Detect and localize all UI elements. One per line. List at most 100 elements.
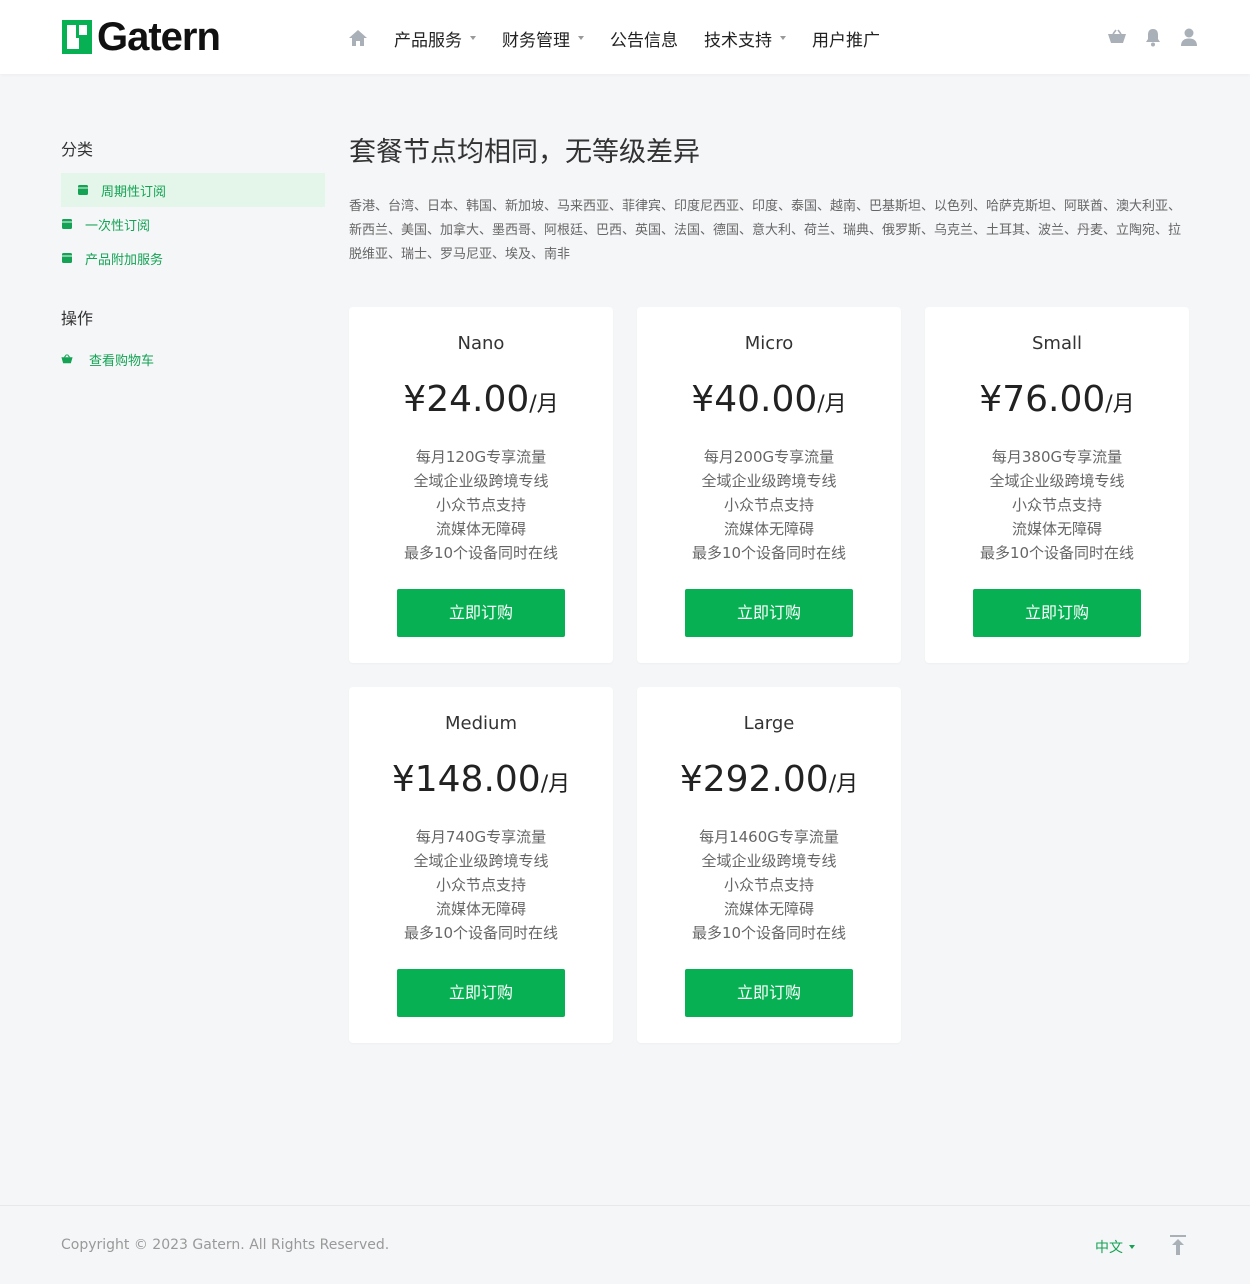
order-now-button[interactable]: 立即订购 [685,969,853,1017]
plan-feature: 最多10个设备同时在线 [403,924,559,942]
plan-feature: 每月120G专享流量 [415,448,547,466]
back-to-top-icon[interactable] [1168,1234,1188,1256]
copyright-text: Copyright © 2023 Gatern. All Rights Rese… [61,1237,390,1253]
sidebar-item-label: 一次性订阅 [85,218,151,234]
price-unit: /月 [817,392,847,417]
plan-feature: 流媒体无障碍 [723,900,814,918]
plan-price: ¥292.00/月 [637,759,901,807]
price-unit: /月 [828,772,859,797]
sidebar: 分类 周期性订阅 一次性订阅 产品附加服务 操作 查看购物车 [61,136,325,376]
order-now-button[interactable]: 立即订购 [685,589,853,637]
plan-card-large: Large ¥292.00/月 每月1460G专享流量 全域企业级跨境专线 小众… [637,687,901,1043]
price-amount: ¥76.00 [979,379,1106,420]
main-nav: 产品服务 财务管理 公告信息 技术支持 用户推广 [348,24,906,52]
plan-name: Micro [744,333,794,354]
plan-feature: 小众节点支持 [435,496,526,514]
plan-card-micro: Micro ¥40.00/月 每月200G专享流量 全域企业级跨境专线 小众节点… [637,307,901,663]
cart-icon [61,353,73,365]
plan-card-medium: Medium ¥148.00/月 每月740G专享流量 全域企业级跨境专线 小众… [349,687,613,1043]
user-icon[interactable] [1178,26,1200,48]
sidebar-item-recurring[interactable]: 周期性订阅 [61,173,325,207]
nav-item-finance[interactable]: 财务管理 [502,26,584,51]
plan-price: ¥76.00/月 [925,379,1189,427]
price-amount: ¥292.00 [679,759,829,800]
main-content: 套餐节点均相同，无等级差异 香港、台湾、日本、韩国、新加坡、马来西亚、菲律宾、印… [349,130,1190,1067]
price-unit: /月 [529,392,559,417]
order-now-button[interactable]: 立即订购 [397,589,565,637]
actions-title: 操作 [61,309,94,328]
plan-name: Large [743,713,795,734]
sidebar-item-view-cart[interactable]: 查看购物车 [61,342,325,376]
category-title: 分类 [61,140,94,159]
language-selector[interactable]: 中文 [1095,1237,1135,1257]
language-label: 中文 [1095,1240,1123,1256]
nav-label: 财务管理 [502,30,570,51]
price-unit: /月 [540,772,571,797]
plan-feature: 全域企业级跨境专线 [701,852,837,870]
sidebar-item-onetime[interactable]: 一次性订阅 [61,207,325,241]
plan-feature: 全域企业级跨境专线 [989,472,1125,490]
plan-price: ¥40.00/月 [637,379,901,427]
box-icon [61,252,73,264]
order-now-button[interactable]: 立即订购 [397,969,565,1017]
nav-label: 公告信息 [610,30,678,51]
nav-item-announcements[interactable]: 公告信息 [610,26,678,51]
footer: Copyright © 2023 Gatern. All Rights Rese… [0,1205,1250,1284]
plan-price: ¥24.00/月 [349,379,613,427]
plan-name: Medium [445,713,517,734]
plan-name: Nano [457,333,505,354]
plan-feature: 全域企业级跨境专线 [701,472,837,490]
plan-cards: Nano ¥24.00/月 每月120G专享流量 全域企业级跨境专线 小众节点支… [349,307,1213,1067]
nav-item-products[interactable]: 产品服务 [394,26,476,51]
plan-features: 每月200G专享流量 全域企业级跨境专线 小众节点支持 流媒体无障碍 最多10个… [637,445,901,565]
plan-feature: 小众节点支持 [723,876,814,894]
plan-features: 每月740G专享流量 全域企业级跨境专线 小众节点支持 流媒体无障碍 最多10个… [349,825,613,945]
plan-feature: 最多10个设备同时在线 [691,924,847,942]
plan-feature: 最多10个设备同时在线 [979,544,1135,562]
plan-features: 每月120G专享流量 全域企业级跨境专线 小众节点支持 流媒体无障碍 最多10个… [349,445,613,565]
home-icon[interactable] [348,27,370,49]
plan-feature: 每月380G专享流量 [991,448,1123,466]
plan-feature: 流媒体无障碍 [435,900,526,918]
plan-feature: 每月740G专享流量 [415,828,547,846]
sidebar-item-label: 产品附加服务 [85,252,164,268]
nav-item-affiliate[interactable]: 用户推广 [812,26,880,51]
chevron-down-icon [578,36,584,40]
page-title: 套餐节点均相同，无等级差异 [349,137,700,168]
plan-feature: 流媒体无障碍 [723,520,814,538]
nav-label: 用户推广 [812,30,880,51]
sidebar-item-addons[interactable]: 产品附加服务 [61,241,325,275]
price-amount: ¥148.00 [391,759,541,800]
sidebar-item-label: 查看购物车 [89,353,155,369]
plan-feature: 最多10个设备同时在线 [691,544,847,562]
nav-label: 技术支持 [704,30,772,51]
plan-features: 每月1460G专享流量 全域企业级跨境专线 小众节点支持 流媒体无障碍 最多10… [637,825,901,945]
price-amount: ¥24.00 [403,379,530,420]
nav-label: 产品服务 [394,30,462,51]
order-now-button[interactable]: 立即订购 [973,589,1141,637]
plan-feature: 流媒体无障碍 [435,520,526,538]
box-icon [61,218,73,230]
plan-name: Small [1032,333,1082,354]
price-amount: ¥40.00 [691,379,818,420]
plan-feature: 全域企业级跨境专线 [413,852,549,870]
logo[interactable]: Gatern [61,15,221,59]
cart-icon[interactable] [1106,26,1128,48]
nav-item-support[interactable]: 技术支持 [704,26,786,51]
plan-card-nano: Nano ¥24.00/月 每月120G专享流量 全域企业级跨境专线 小众节点支… [349,307,613,663]
region-list: 香港、台湾、日本、韩国、新加坡、马来西亚、菲律宾、印度尼西亚、印度、泰国、越南、… [349,199,1182,262]
price-unit: /月 [1105,392,1135,417]
bell-icon[interactable] [1142,26,1164,48]
plan-feature: 每月1460G专享流量 [699,828,839,846]
chevron-down-icon [780,36,786,40]
plan-feature: 小众节点支持 [435,876,526,894]
plan-price: ¥148.00/月 [349,759,613,807]
plan-feature: 全域企业级跨境专线 [413,472,549,490]
box-icon [77,184,89,196]
plan-features: 每月380G专享流量 全域企业级跨境专线 小众节点支持 流媒体无障碍 最多10个… [925,445,1189,565]
logo-mark-icon [61,18,95,56]
plan-feature: 每月200G专享流量 [703,448,835,466]
logo-text: Gatern [97,15,221,59]
sidebar-item-label: 周期性订阅 [101,184,167,200]
